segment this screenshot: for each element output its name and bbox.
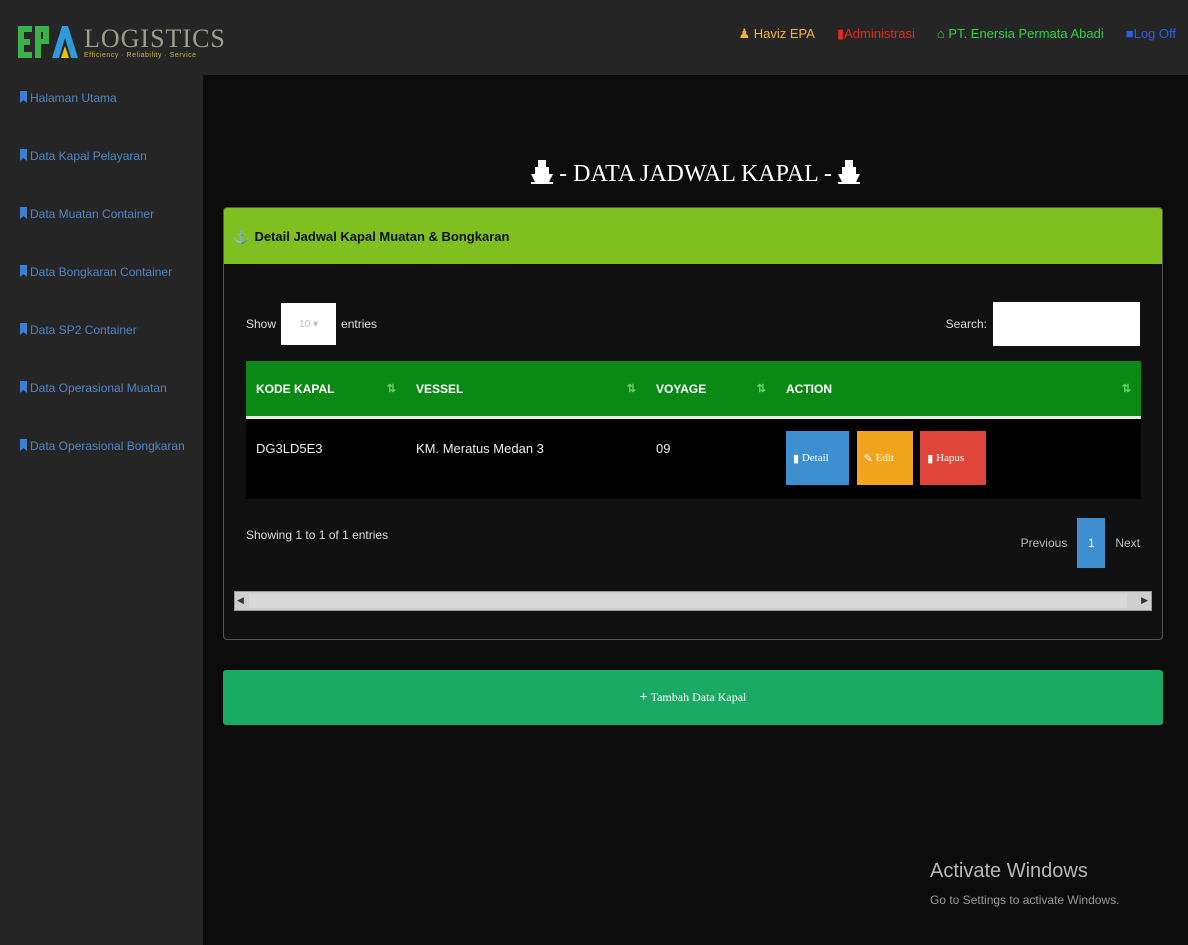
search-input[interactable] [993, 302, 1140, 346]
sidebar-item-data-kapal[interactable]: Data Kapal Pelayaran [0, 133, 203, 191]
home-icon: ⌂ [936, 26, 945, 41]
nav-company[interactable]: ⌂ PT. Enersia Permata Abadi [937, 26, 1104, 42]
bookmark-icon [20, 149, 27, 161]
horizontal-scrollbar[interactable]: ◀ ▶ [234, 591, 1152, 611]
sort-icon: ⇅ [386, 383, 396, 395]
bookmark-icon [20, 91, 27, 103]
bookmark-icon [20, 439, 27, 451]
pagination: Previous 1 Next [1021, 518, 1140, 568]
sidebar: Halaman Utama Data Kapal Pelayaran Data … [0, 75, 203, 945]
column-action[interactable]: ACTION ⇅ [776, 361, 1141, 416]
scroll-thumb[interactable] [249, 594, 1127, 608]
add-data-kapal-button[interactable]: + Tambah Data Kapal [223, 670, 1163, 725]
column-vessel[interactable]: VESSEL ⇅ [406, 361, 646, 416]
scroll-right-icon[interactable]: ▶ [1141, 595, 1148, 606]
top-nav-links: ♟ Haviz EPA ▮Administrasi ⌂ PT. Enersia … [738, 26, 1176, 42]
schedule-panel: ⚓ Detail Jadwal Kapal Muatan & Bongkaran… [223, 207, 1163, 640]
sort-icon: ⇅ [1121, 383, 1131, 395]
column-voyage[interactable]: VOYAGE ⇅ [646, 361, 776, 416]
column-kode-kapal[interactable]: KODE KAPAL ⇅ [246, 361, 406, 416]
epa-logo-icon [18, 26, 78, 58]
hapus-button[interactable]: ▮ Hapus [920, 431, 987, 485]
bookmark-icon [20, 323, 27, 335]
pager-next[interactable]: Next [1115, 536, 1140, 550]
nav-role[interactable]: ▮Administrasi [837, 26, 915, 42]
panel-header: ⚓ Detail Jadwal Kapal Muatan & Bongkaran [224, 208, 1162, 264]
edit-button[interactable]: ✎ Edit [856, 431, 913, 485]
anchor-icon: ⚓ [232, 227, 250, 244]
cell-kode-kapal: DG3LD5E3 [256, 441, 323, 456]
pager-previous[interactable]: Previous [1021, 536, 1068, 550]
entries-select[interactable]: 10 ▾ [281, 303, 337, 345]
schedule-table: KODE KAPAL ⇅ VESSEL ⇅ VOYAGE ⇅ ACTION ⇅ DG3L… [246, 361, 1141, 499]
activate-windows-watermark: Activate Windows Go to Settings to activ… [930, 860, 1120, 907]
edit-icon: ✎ [863, 452, 873, 465]
sort-icon: ⇅ [756, 383, 766, 395]
plus-icon: + [639, 689, 648, 705]
panel-title: Detail Jadwal Kapal Muatan & Bongkaran [254, 228, 510, 244]
cell-vessel: KM. Meratus Medan 3 [416, 441, 544, 456]
scroll-left-icon[interactable]: ◀ [237, 595, 244, 606]
top-navbar: LOGISTICS Efficiency · Reliability · Ser… [0, 0, 1188, 75]
sidebar-item-muatan-container[interactable]: Data Muatan Container [0, 191, 203, 249]
brand-logo[interactable]: LOGISTICS Efficiency · Reliability · Ser… [18, 22, 226, 62]
nav-logout[interactable]: ■Log Off [1126, 26, 1176, 42]
brand-name: LOGISTICS [84, 23, 226, 53]
nav-user[interactable]: ♟ Haviz EPA [738, 26, 814, 42]
cell-voyage: 09 [656, 441, 671, 456]
sort-icon: ⇅ [626, 383, 636, 395]
sidebar-item-operasional-muatan[interactable]: Data Operasional Muatan [0, 365, 203, 423]
table-search: Search: [946, 302, 1140, 346]
file-icon: ▮ [793, 452, 800, 465]
sidebar-item-operasional-bongkaran[interactable]: Data Operasional Bongkaran [0, 423, 203, 481]
trash-icon: ▮ [927, 452, 934, 465]
cell-actions: ▮ Detail ✎ Edit ▮ Hapus [776, 419, 1141, 485]
detail-button[interactable]: ▮ Detail [786, 431, 849, 485]
pager-page-1[interactable]: 1 [1077, 518, 1106, 568]
bookmark-icon [20, 265, 27, 277]
ship-icon [531, 160, 554, 184]
table-info: Showing 1 to 1 of 1 entries [246, 528, 389, 542]
page-title: - DATA JADWAL KAPAL - [203, 158, 1188, 188]
table-header: KODE KAPAL ⇅ VESSEL ⇅ VOYAGE ⇅ ACTION ⇅ [246, 361, 1141, 419]
entries-length-control: Show 10 ▾ entries [246, 303, 377, 345]
logout-icon: ■ [1125, 26, 1134, 41]
sidebar-item-bongkaran-container[interactable]: Data Bongkaran Container [0, 249, 203, 307]
user-icon: ♟ [738, 26, 751, 41]
sidebar-item-halaman-utama[interactable]: Halaman Utama [0, 75, 203, 133]
bookmark-icon [20, 207, 27, 219]
bookmark-icon [20, 381, 27, 393]
brand-tagline: Efficiency · Reliability · Service [84, 51, 197, 59]
sidebar-item-sp2-container[interactable]: Data SP2 Container [0, 307, 203, 365]
ship-icon [837, 160, 860, 184]
table-row: DG3LD5E3 KM. Meratus Medan 3 09 ▮ Detail… [246, 419, 1141, 499]
